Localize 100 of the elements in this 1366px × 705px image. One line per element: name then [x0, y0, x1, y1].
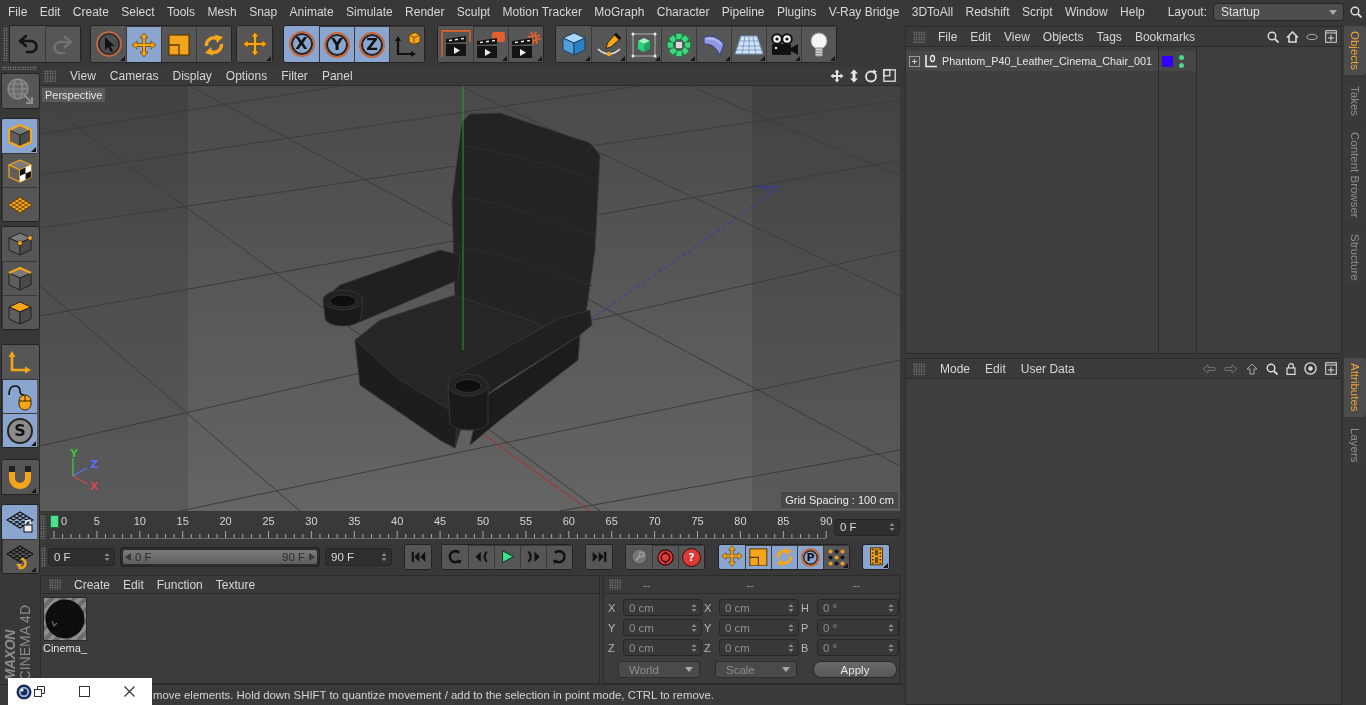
coordinate-field[interactable]: 0 °: [817, 599, 899, 616]
position-key-button[interactable]: [719, 544, 745, 569]
selection-tool-button[interactable]: [91, 26, 126, 62]
rotate-tool-button[interactable]: [196, 26, 231, 62]
menu-item[interactable]: Filter: [281, 68, 308, 83]
start-frame-field[interactable]: 0 F: [48, 547, 115, 566]
move-tool-button[interactable]: [126, 26, 161, 62]
coordinate-field[interactable]: 0 °: [817, 639, 899, 656]
rotation-key-button[interactable]: [771, 544, 797, 569]
menu-item[interactable]: File: [8, 5, 28, 19]
playhead-marker[interactable]: [49, 515, 59, 528]
coordinate-field[interactable]: 0 cm: [719, 639, 799, 656]
menu-item[interactable]: Tags: [1096, 29, 1122, 44]
menu-item[interactable]: Render: [405, 5, 445, 19]
drag-handle[interactable]: [913, 30, 925, 43]
solo-button[interactable]: S: [2, 413, 37, 447]
render-visibility-dot[interactable]: [1179, 62, 1184, 68]
pen-button[interactable]: [591, 26, 626, 62]
3d-viewport[interactable]: Perspective Grid Spacing : 100 cm Y Z X: [40, 86, 900, 511]
light-button[interactable]: [801, 26, 836, 62]
polygons-mode-button[interactable]: [2, 295, 37, 329]
render-view-button[interactable]: [438, 26, 473, 62]
coordinate-field[interactable]: 0 cm: [623, 599, 702, 616]
new-window-icon[interactable]: [1325, 362, 1337, 375]
expand-icon[interactable]: [909, 55, 920, 67]
new-window-icon[interactable]: [1325, 30, 1337, 43]
autokey-button[interactable]: [652, 544, 678, 569]
menu-item[interactable]: Window: [1065, 5, 1108, 19]
drag-handle[interactable]: [40, 515, 46, 539]
subdivision-button[interactable]: [626, 26, 661, 62]
go-to-end-button[interactable]: [586, 544, 612, 569]
play-button[interactable]: [494, 544, 520, 569]
menu-item[interactable]: 3DToAll: [911, 5, 954, 19]
up-arrow-icon[interactable]: [1246, 362, 1258, 375]
menu-item[interactable]: User Data: [1020, 361, 1075, 376]
menu-item[interactable]: View: [70, 68, 96, 83]
workplane-mode-button[interactable]: [2, 187, 37, 221]
menu-item[interactable]: Pipeline: [721, 5, 765, 19]
menu-item[interactable]: Animate: [289, 5, 334, 19]
side-tab[interactable]: Objects: [1344, 26, 1366, 75]
rotate-circle-icon[interactable]: [864, 68, 878, 83]
scale-key-button[interactable]: [745, 544, 771, 569]
cloner-button[interactable]: [661, 26, 696, 62]
ellipse-icon[interactable]: [1306, 32, 1318, 41]
material-thumbnail[interactable]: [43, 597, 87, 641]
menu-item[interactable]: Redshift: [965, 5, 1010, 19]
coordinate-field[interactable]: 0 cm: [623, 639, 702, 656]
coordinate-field[interactable]: 0 °: [817, 619, 899, 636]
menu-item[interactable]: Script: [1021, 5, 1053, 19]
editor-visibility-dot[interactable]: [1179, 54, 1184, 60]
menu-item[interactable]: Edit: [123, 577, 144, 592]
key-help-button[interactable]: ?: [678, 544, 704, 569]
menu-item[interactable]: Simulate: [345, 5, 393, 19]
render-settings-button[interactable]: [508, 26, 543, 62]
menu-item[interactable]: Plugins: [776, 5, 817, 19]
maximize-icon[interactable]: [883, 69, 896, 82]
lock-workplane-button[interactable]: [2, 505, 37, 539]
menu-item[interactable]: Edit: [39, 5, 61, 19]
model-mode-button[interactable]: [2, 119, 37, 153]
menu-item[interactable]: Options: [225, 68, 268, 83]
menu-item[interactable]: Cameras: [109, 68, 159, 83]
menu-item[interactable]: Texture: [215, 577, 256, 592]
menu-item[interactable]: Edit: [970, 29, 992, 44]
parameter-key-button[interactable]: P: [797, 544, 823, 569]
lock-icon[interactable]: [1286, 362, 1296, 375]
apply-button[interactable]: Apply: [813, 661, 897, 678]
drag-handle[interactable]: [41, 546, 46, 567]
menu-item[interactable]: Motion Tracker: [502, 5, 582, 19]
search-icon[interactable]: [1350, 6, 1362, 18]
coordinate-field[interactable]: 0 cm: [719, 619, 799, 636]
current-frame-field[interactable]: 0 F: [834, 518, 900, 536]
menu-item[interactable]: Tools: [167, 5, 195, 19]
menu-item[interactable]: Create: [72, 5, 109, 19]
next-key-button[interactable]: [546, 544, 572, 569]
menu-item[interactable]: Objects: [1042, 29, 1084, 44]
menu-item[interactable]: Character: [656, 5, 710, 19]
layer-color-swatch[interactable]: [1162, 55, 1173, 67]
menu-item[interactable]: Snap: [249, 5, 278, 19]
menu-item[interactable]: Mesh: [207, 5, 237, 19]
menu-item[interactable]: File: [938, 29, 958, 44]
layout-dropdown[interactable]: Startup: [1213, 3, 1344, 21]
menu-item[interactable]: Display: [172, 68, 212, 83]
snap-button[interactable]: [2, 460, 37, 494]
go-to-start-button[interactable]: [405, 544, 431, 569]
menu-item[interactable]: View: [1004, 29, 1030, 44]
menu-item[interactable]: Help: [1120, 5, 1145, 19]
drag-handle[interactable]: [3, 27, 8, 61]
coordinate-system-button[interactable]: [389, 26, 424, 62]
camera-button[interactable]: [766, 26, 801, 62]
floor-button[interactable]: [731, 26, 766, 62]
tweak-mode-button[interactable]: [2, 379, 37, 413]
deformer-button[interactable]: [696, 26, 731, 62]
search-icon[interactable]: [1267, 30, 1279, 43]
texture-mode-button[interactable]: [2, 153, 37, 187]
menu-item[interactable]: Function: [156, 577, 203, 592]
axis-lock-button[interactable]: X: [284, 26, 319, 62]
menu-item[interactable]: Create: [74, 577, 111, 592]
menu-item[interactable]: Sculpt: [456, 5, 491, 19]
menu-item[interactable]: Select: [121, 5, 155, 19]
menu-item[interactable]: Edit: [985, 361, 1006, 376]
